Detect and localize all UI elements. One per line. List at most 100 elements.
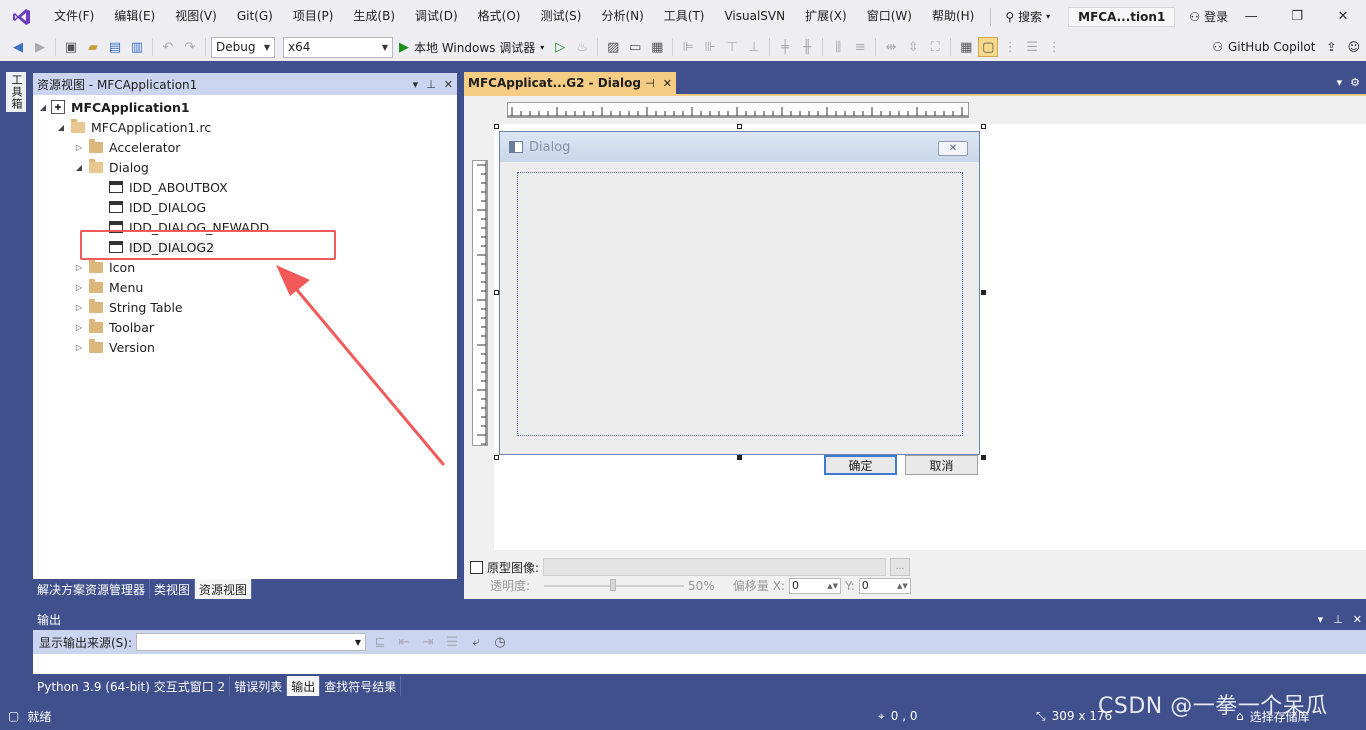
- spinner-arrows-icon[interactable]: ▲▼: [827, 582, 838, 590]
- resize-handle-ne[interactable]: [981, 124, 986, 129]
- test-dialog-icon[interactable]: ⋮: [1000, 37, 1020, 57]
- dialog-preview[interactable]: Dialog ✕ 确定 取消: [499, 131, 980, 475]
- make-same-size-icon[interactable]: ⛶: [925, 37, 945, 57]
- chevron-down-icon[interactable]: ▾: [413, 78, 419, 91]
- chevron-down-icon[interactable]: ▾: [1318, 613, 1324, 626]
- menu-help[interactable]: 帮助(H): [922, 0, 984, 33]
- toolbox-tab[interactable]: 工具箱: [6, 72, 26, 112]
- menu-test[interactable]: 测试(S): [530, 0, 591, 33]
- close-window-button[interactable]: ✕: [1320, 0, 1366, 33]
- output-text-area[interactable]: [33, 654, 1366, 674]
- more-options-icon[interactable]: ⋮: [1044, 37, 1064, 57]
- tree-item-project[interactable]: ◢ ✚ MFCApplication1: [37, 97, 190, 117]
- horizontal-ruler[interactable]: [507, 102, 969, 118]
- resize-handle-sw[interactable]: [494, 455, 499, 460]
- ok-button[interactable]: 确定: [824, 455, 897, 475]
- expand-icon[interactable]: ▷: [73, 303, 85, 312]
- menu-view[interactable]: 视图(V): [165, 0, 227, 33]
- tab-class-view[interactable]: 类视图: [150, 579, 196, 599]
- new-project-icon[interactable]: ▣: [61, 37, 81, 57]
- tab-python-interactive[interactable]: Python 3.9 (64-bit) 交互式窗口 2: [33, 676, 231, 696]
- visual-studio-logo-icon[interactable]: [0, 0, 44, 33]
- menu-git[interactable]: Git(G): [227, 0, 283, 33]
- word-wrap-icon[interactable]: ⤶: [466, 632, 486, 652]
- menu-analyze[interactable]: 分析(N): [591, 0, 653, 33]
- tab-order-icon[interactable]: ▦: [647, 37, 667, 57]
- tab-error-list[interactable]: 错误列表: [230, 676, 288, 696]
- start-debugging-button[interactable]: ▶ 本地 Windows 调试器 ▾: [395, 39, 548, 56]
- align-left-icon[interactable]: ⊫: [678, 37, 698, 57]
- login-button[interactable]: ⚇ 登录: [1189, 8, 1228, 25]
- resize-handle-se[interactable]: [981, 455, 986, 460]
- offset-x-spinner[interactable]: 0 ▲▼: [789, 577, 841, 594]
- offset-y-spinner[interactable]: 0 ▲▼: [858, 577, 911, 594]
- toggle-guides-icon[interactable]: ▢: [978, 37, 999, 57]
- menu-build[interactable]: 生成(B): [343, 0, 405, 33]
- open-folder-icon[interactable]: ▰: [83, 37, 103, 57]
- expand-icon[interactable]: ▷: [73, 283, 85, 292]
- vertical-ruler[interactable]: [472, 160, 488, 446]
- cancel-button[interactable]: 取消: [905, 455, 978, 475]
- prototype-image-path-field[interactable]: [543, 558, 887, 576]
- center-vertical-icon[interactable]: ╪: [775, 37, 795, 57]
- menu-file[interactable]: 文件(F): [44, 0, 104, 33]
- close-icon[interactable]: ✕: [444, 78, 453, 91]
- menu-extensions[interactable]: 扩展(X): [795, 0, 857, 33]
- close-icon[interactable]: ✕: [1353, 613, 1362, 626]
- close-icon[interactable]: ✕: [663, 77, 672, 90]
- tree-item-toolbar[interactable]: ▷ Toolbar: [73, 317, 154, 337]
- tree-item-icon[interactable]: ▷ Icon: [73, 257, 135, 277]
- tree-item-version[interactable]: ▷ Version: [73, 337, 155, 357]
- menu-edit[interactable]: 编辑(E): [104, 0, 165, 33]
- dialog-test-icon[interactable]: ▭: [625, 37, 645, 57]
- tab-solution-explorer[interactable]: 解决方案资源管理器: [33, 579, 151, 599]
- redo-icon[interactable]: ↷: [180, 37, 200, 57]
- menu-window[interactable]: 窗口(W): [857, 0, 922, 33]
- tree-item-rc-file[interactable]: ◢ MFCApplication1.rc: [55, 117, 211, 137]
- resize-handle-e[interactable]: [981, 290, 986, 295]
- resize-handle-n[interactable]: [737, 124, 742, 129]
- minimize-button[interactable]: —: [1228, 0, 1274, 33]
- github-copilot-button[interactable]: ⚇ GitHub Copilot ⇪ ☺: [1212, 40, 1366, 54]
- search-button[interactable]: ⚲ 搜索 ▾: [997, 8, 1058, 25]
- pin-icon[interactable]: ⊣: [645, 77, 655, 90]
- tab-find-symbol-results[interactable]: 查找符号结果: [320, 676, 402, 696]
- chevron-down-icon[interactable]: ▾: [1337, 76, 1343, 89]
- tree-item-dialog[interactable]: ◢ Dialog: [73, 157, 149, 177]
- prototype-browse-button[interactable]: ...: [890, 558, 911, 576]
- back-icon[interactable]: ◀: [8, 37, 28, 57]
- resize-handle-s[interactable]: [737, 455, 742, 460]
- collapse-icon[interactable]: ◢: [37, 103, 49, 112]
- undo-icon[interactable]: ↶: [158, 37, 178, 57]
- menu-project[interactable]: 项目(P): [283, 0, 344, 33]
- output-source-select[interactable]: ▼: [136, 633, 367, 651]
- space-down-icon[interactable]: ≡: [850, 37, 870, 57]
- browse-folder-icon[interactable]: ▨: [603, 37, 623, 57]
- prev-message-icon[interactable]: ⇤: [394, 632, 414, 652]
- toggle-grid-icon[interactable]: ▦: [956, 37, 976, 57]
- tree-item-idd-dialog-newadd[interactable]: IDD_DIALOG_NEWADD: [109, 217, 269, 237]
- expand-icon[interactable]: ▷: [73, 143, 85, 152]
- save-all-icon[interactable]: ▥: [127, 37, 147, 57]
- tree-item-string-table[interactable]: ▷ String Table: [73, 297, 183, 317]
- configuration-select[interactable]: Debug ▼: [211, 36, 275, 58]
- resize-handle-nw[interactable]: [494, 124, 499, 129]
- expand-icon[interactable]: ▷: [73, 263, 85, 272]
- layout-icon[interactable]: ☰: [1022, 37, 1042, 57]
- menu-tools[interactable]: 工具(T): [654, 0, 715, 33]
- tab-output[interactable]: 输出: [287, 676, 321, 696]
- expand-icon[interactable]: ▷: [73, 343, 85, 352]
- dialog-client-area[interactable]: 确定 取消: [517, 172, 978, 475]
- tree-item-idd-dialog[interactable]: IDD_DIALOG: [109, 197, 206, 217]
- gear-icon[interactable]: ⚙: [1350, 76, 1360, 89]
- space-across-icon[interactable]: ⫼: [828, 37, 848, 57]
- opacity-slider[interactable]: [544, 578, 685, 594]
- menu-visualsvn[interactable]: VisualSVN: [714, 0, 795, 33]
- opacity-slider-thumb[interactable]: [610, 578, 617, 591]
- editor-tab-dialog[interactable]: MFCApplicat...G2 - Dialog ⊣ ✕: [464, 72, 676, 94]
- align-right-icon[interactable]: ⊪: [700, 37, 720, 57]
- expand-icon[interactable]: ▷: [73, 323, 85, 332]
- save-icon[interactable]: ▤: [105, 37, 125, 57]
- find-message-icon[interactable]: ⊑: [370, 632, 390, 652]
- start-without-debugging-icon[interactable]: ▷: [550, 37, 570, 57]
